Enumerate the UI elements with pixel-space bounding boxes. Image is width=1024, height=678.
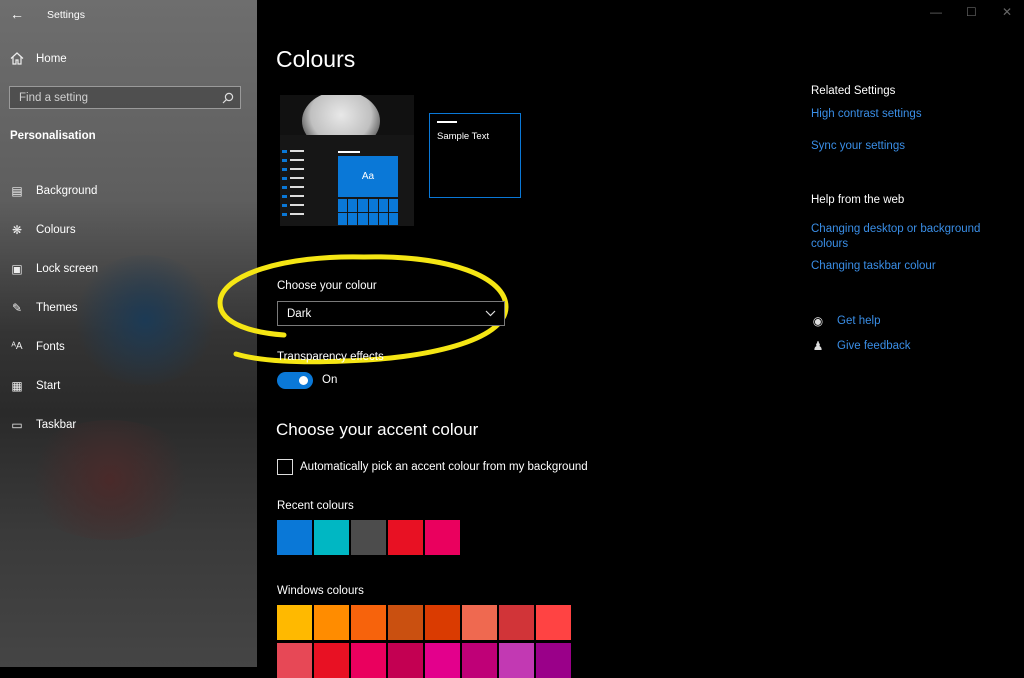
accent-heading: Choose your accent colour: [276, 420, 479, 439]
windows-colours-row: [277, 605, 571, 640]
windows-colours-label: Windows colours: [277, 585, 364, 597]
search-icon[interactable]: [222, 92, 234, 104]
page-title: Colours: [276, 46, 356, 72]
auto-accent-checkbox[interactable]: [277, 459, 293, 475]
recent-colours-label: Recent colours: [277, 500, 354, 512]
help-web-heading: Help from the web: [811, 194, 905, 206]
colour-swatch[interactable]: [425, 605, 460, 640]
sidebar-item-background[interactable]: ▤ Background: [0, 171, 257, 210]
colour-swatch[interactable]: [277, 520, 312, 555]
give-feedback-row[interactable]: ♟ Give feedback: [811, 339, 911, 353]
sidebar-item-label: Lock screen: [36, 262, 99, 275]
sidebar-item-taskbar[interactable]: ▭ Taskbar: [0, 405, 257, 444]
colour-swatch[interactable]: [351, 605, 386, 640]
choose-colour-label: Choose your colour: [277, 280, 377, 292]
colour-swatch[interactable]: [462, 605, 497, 640]
home-label: Home: [36, 52, 67, 65]
section-heading: Personalisation: [10, 130, 96, 142]
search-input[interactable]: [19, 91, 209, 104]
colour-swatch[interactable]: [536, 643, 571, 678]
colour-swatch[interactable]: [277, 605, 312, 640]
brush-icon: ✎: [11, 300, 23, 315]
toggle-state-label: On: [322, 374, 338, 386]
related-settings-heading: Related Settings: [811, 85, 896, 97]
taskbar-icon: ▭: [11, 417, 23, 432]
colour-swatch[interactable]: [388, 643, 423, 678]
colour-swatch[interactable]: [462, 643, 497, 678]
colour-swatch[interactable]: [388, 520, 423, 555]
auto-accent-label[interactable]: Automatically pick an accent colour from…: [300, 461, 588, 473]
colour-swatch[interactable]: [499, 605, 534, 640]
get-help-link[interactable]: Get help: [837, 315, 880, 327]
colour-swatch[interactable]: [277, 643, 312, 678]
preview-start-list: [282, 150, 306, 222]
colour-swatch[interactable]: [536, 605, 571, 640]
dropdown-value: Dark: [287, 307, 312, 320]
sidebar-item-label: Start: [36, 379, 61, 392]
search-box[interactable]: [9, 86, 241, 109]
chevron-down-icon: [485, 310, 496, 317]
sample-text-preview: Sample Text: [429, 113, 521, 198]
sidebar-item-label: Taskbar: [36, 418, 77, 431]
feedback-icon: ♟: [812, 339, 824, 353]
home-icon: [10, 52, 24, 65]
preview-tile-marker: [338, 151, 360, 153]
chat-help-icon: ◉: [812, 314, 824, 328]
sidebar-item-label: Fonts: [36, 340, 65, 353]
colour-swatch[interactable]: [351, 520, 386, 555]
colour-swatch[interactable]: [314, 643, 349, 678]
colour-swatch[interactable]: [314, 605, 349, 640]
colour-swatch[interactable]: [314, 520, 349, 555]
lock-screen-icon: ▣: [11, 261, 23, 276]
picture-icon: ▤: [11, 183, 23, 198]
back-arrow-icon[interactable]: ←: [10, 6, 24, 22]
give-feedback-link[interactable]: Give feedback: [837, 340, 911, 352]
colour-swatch[interactable]: [499, 643, 534, 678]
window-title: Settings: [47, 9, 85, 21]
font-icon: ᴬA: [11, 341, 23, 352]
close-icon[interactable]: ✕: [1002, 5, 1012, 19]
sample-text: Sample Text: [437, 131, 490, 142]
sidebar-item-label: Themes: [36, 301, 78, 314]
colour-swatch[interactable]: [425, 643, 460, 678]
maximize-icon[interactable]: ☐: [966, 5, 977, 19]
transparency-label: Transparency effects: [277, 351, 384, 363]
colour-mode-dropdown[interactable]: Dark: [277, 301, 505, 326]
recent-colours-swatches: [277, 520, 460, 555]
changing-taskbar-link[interactable]: Changing taskbar colour: [811, 259, 936, 274]
get-help-row[interactable]: ◉ Get help: [811, 314, 881, 328]
start-menu-icon: ▦: [11, 378, 23, 393]
minimize-icon[interactable]: —: [930, 5, 942, 19]
preview-tile: Aa: [338, 156, 398, 197]
preview-small-tiles: [338, 199, 398, 225]
palette-icon: ❋: [11, 222, 23, 237]
toggle-knob: [299, 376, 308, 385]
colour-swatch[interactable]: [425, 520, 460, 555]
sidebar-item-colours[interactable]: ❋ Colours: [0, 210, 257, 249]
sample-title-bar: [437, 121, 457, 123]
theme-preview: Aa: [280, 95, 414, 226]
colour-swatch[interactable]: [388, 605, 423, 640]
transparency-toggle[interactable]: [277, 372, 313, 389]
sync-settings-link[interactable]: Sync your settings: [811, 139, 905, 154]
home-nav-item[interactable]: Home: [10, 52, 67, 65]
windows-colours-row: [277, 643, 571, 678]
colour-swatch[interactable]: [351, 643, 386, 678]
high-contrast-link[interactable]: High contrast settings: [811, 107, 922, 122]
sidebar-item-label: Colours: [36, 223, 76, 236]
changing-background-link[interactable]: Changing desktop or background colours: [811, 222, 1001, 252]
sidebar-item-label: Background: [36, 184, 98, 197]
